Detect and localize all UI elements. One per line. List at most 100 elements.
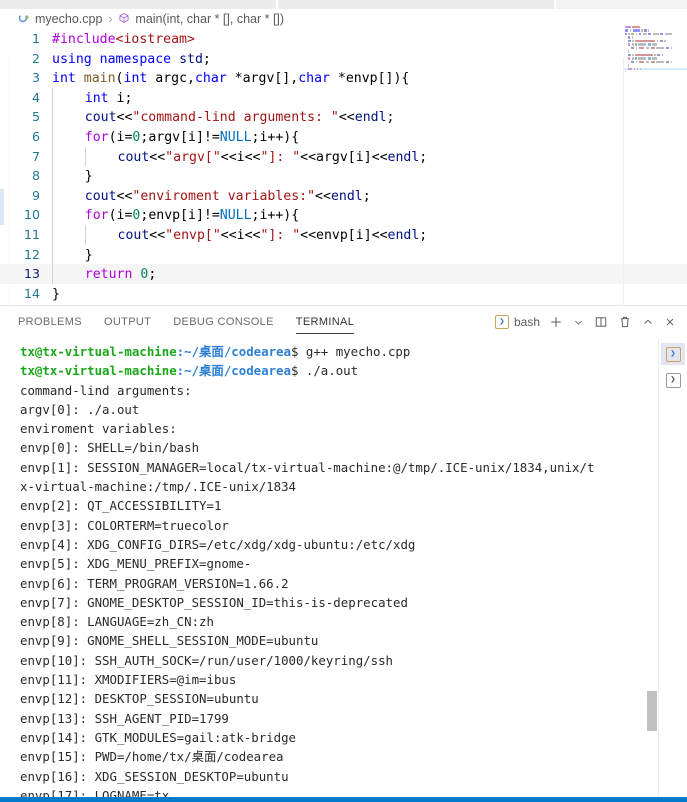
panel-tab-output[interactable]: OUTPUT <box>104 305 151 339</box>
minimap-indent <box>623 64 626 66</box>
code-line[interactable]: 10 for(i=0;envp[i]!=NULL;i++){ <box>0 205 687 225</box>
code-text: #include<iostream> <box>52 32 195 47</box>
code-line[interactable]: 8 } <box>0 166 687 186</box>
panel-tab-terminal[interactable]: TERMINAL <box>295 305 355 339</box>
minimap-token <box>624 26 631 29</box>
code-token: main <box>83 71 116 87</box>
terminal-instance-item[interactable]: ❯ <box>661 343 685 365</box>
tab-strip-segment-3[interactable] <box>556 0 687 9</box>
minimap-token <box>627 53 631 57</box>
code-token: (i= <box>108 208 133 224</box>
code-token: ; <box>202 51 211 67</box>
code-text: cout<<"envp["<<i<<"]: "<<envp[i]<<endl; <box>52 224 428 245</box>
code-line[interactable]: 13 return 0; <box>0 264 687 284</box>
minimap-token <box>627 43 631 46</box>
code-line[interactable]: 2 using namespace std; <box>0 49 687 69</box>
terminal-scrollbar[interactable] <box>644 339 658 798</box>
tab-strip-segment-1[interactable] <box>0 0 276 9</box>
panel-tabs[interactable]: PROBLEMS OUTPUT DEBUG CONSOLE TERMINAL <box>18 305 376 339</box>
terminal-instance-list[interactable]: ❯ ❯ <box>658 339 687 798</box>
terminal-scrollbar-thumb[interactable] <box>647 691 657 731</box>
minimap-indent <box>623 47 629 49</box>
terminal-output-text: envp[8]: LANGUAGE=zh_CN:zh <box>20 614 214 630</box>
split-terminal-icon[interactable] <box>589 305 613 339</box>
code-text: return 0; <box>52 264 156 284</box>
code-line[interactable]: 11 cout<<"envp["<<i<<"]: "<<envp[i]<<end… <box>0 224 687 245</box>
code-line[interactable]: 1 #include<iostream> <box>0 29 687 49</box>
code-token: std <box>179 51 203 67</box>
minimap-token <box>635 60 638 64</box>
new-terminal-button[interactable] <box>544 305 568 339</box>
minimap-token <box>636 67 639 70</box>
panel-tab-problems[interactable]: PROBLEMS <box>18 305 82 339</box>
terminal-output-line: command-lind arguments: <box>20 381 641 400</box>
code-line[interactable]: 7 cout<<"argv["<<i<<"]: "<<argv[i]<<endl… <box>0 146 687 167</box>
code-line[interactable]: 12 } <box>0 244 687 265</box>
terminal-output-line: envp[4]: XDG_CONFIG_DIRS=/etc/xdg/xdg-ub… <box>20 535 641 554</box>
terminal-shell-selector[interactable]: ❯ bash <box>493 305 544 339</box>
minimap-token <box>656 60 665 64</box>
minimap-indent <box>623 43 626 45</box>
minimap-token <box>635 43 637 46</box>
editor-minimap[interactable] <box>623 26 687 72</box>
code-token: "]: " <box>260 149 301 165</box>
code-token: ; <box>419 227 428 243</box>
code-line[interactable]: 6 for(i=0;argv[i]!=NULL;i++){ <box>0 126 687 147</box>
tab-strip-segment-2[interactable] <box>278 0 554 9</box>
minimap-token <box>632 53 634 57</box>
code-token: namespace <box>99 51 172 67</box>
minimap-token <box>632 26 640 29</box>
breadcrumb-separator: › <box>108 12 113 26</box>
code-lines[interactable]: 1 #include<iostream> 2 using namespace std;… <box>0 29 687 303</box>
terminal-output-text: envp[10]: SSH_AUTH_SOCK=/run/user/1000/k… <box>20 652 393 668</box>
terminal-output-line: envp[9]: GNOME_SHELL_SESSION_MODE=ubuntu <box>20 631 641 650</box>
minimap-token <box>647 57 651 60</box>
terminal-prompt-user: tx@tx-virtual-machine <box>20 363 177 379</box>
terminal-instance-item[interactable]: ❯ <box>661 369 685 391</box>
terminal-output-line: envp[15]: PWD=/home/tx/桌面/codearea <box>20 747 641 766</box>
minimap-token <box>635 39 655 43</box>
minimap-token <box>664 39 666 43</box>
minimap-line <box>623 71 687 72</box>
code-token: *envp[]){ <box>329 71 410 87</box>
terminal-command: $ g++ myecho.cpp <box>290 344 411 359</box>
code-token: << <box>116 110 133 126</box>
code-line[interactable]: 4 int i; <box>0 87 687 108</box>
code-token: #include <box>52 32 116 47</box>
terminal-shell-label: bash <box>513 315 540 329</box>
code-line[interactable]: 14} <box>0 284 687 304</box>
terminal-output[interactable]: tx@tx-virtual-machine:~/桌面/codearea$ g++… <box>20 342 641 798</box>
panel-tab-debug-console[interactable]: DEBUG CONSOLE <box>173 305 274 339</box>
minimap-line <box>623 60 687 64</box>
code-token: <<argv[i]<< <box>300 149 388 165</box>
code-token: } <box>84 169 93 185</box>
chevron-up-icon[interactable] <box>637 305 659 339</box>
terminal-output-text: envp[9]: GNOME_SHELL_SESSION_MODE=ubuntu <box>20 633 319 649</box>
code-token: int <box>84 90 109 106</box>
code-token: ; <box>362 188 371 204</box>
code-token: char <box>194 71 227 87</box>
minimap-token <box>645 60 650 64</box>
chevron-down-icon[interactable] <box>568 305 589 339</box>
minimap-token <box>656 39 659 43</box>
minimap-token <box>662 53 664 57</box>
code-line[interactable]: 5 cout<<"command-lind arguments: "<<endl… <box>0 107 687 127</box>
close-icon[interactable] <box>659 305 681 339</box>
code-line[interactable]: 9 cout<<"enviroment variables:"<<endl; <box>0 185 687 206</box>
trash-icon[interactable] <box>613 305 637 339</box>
code-token: } <box>52 286 60 302</box>
line-number: 12 <box>23 246 40 262</box>
code-editor[interactable]: 1 #include<iostream> 2 using namespace std;… <box>0 29 687 305</box>
terminal-view[interactable]: tx@tx-virtual-machine:~/桌面/codearea$ g++… <box>0 339 687 798</box>
breadcrumb-file[interactable]: myecho.cpp <box>35 12 102 26</box>
terminal-output-text: envp[16]: XDG_SESSION_DESKTOP=ubuntu <box>20 768 289 784</box>
code-line[interactable]: 3 int main(int argc,char *argv[],char *en… <box>0 68 687 88</box>
code-token: << <box>149 227 166 243</box>
minimap-token <box>628 32 630 36</box>
minimap-line <box>623 26 687 29</box>
minimap-token <box>627 39 631 43</box>
breadcrumb-symbol[interactable]: main(int, char * [], char * []) <box>135 12 284 26</box>
